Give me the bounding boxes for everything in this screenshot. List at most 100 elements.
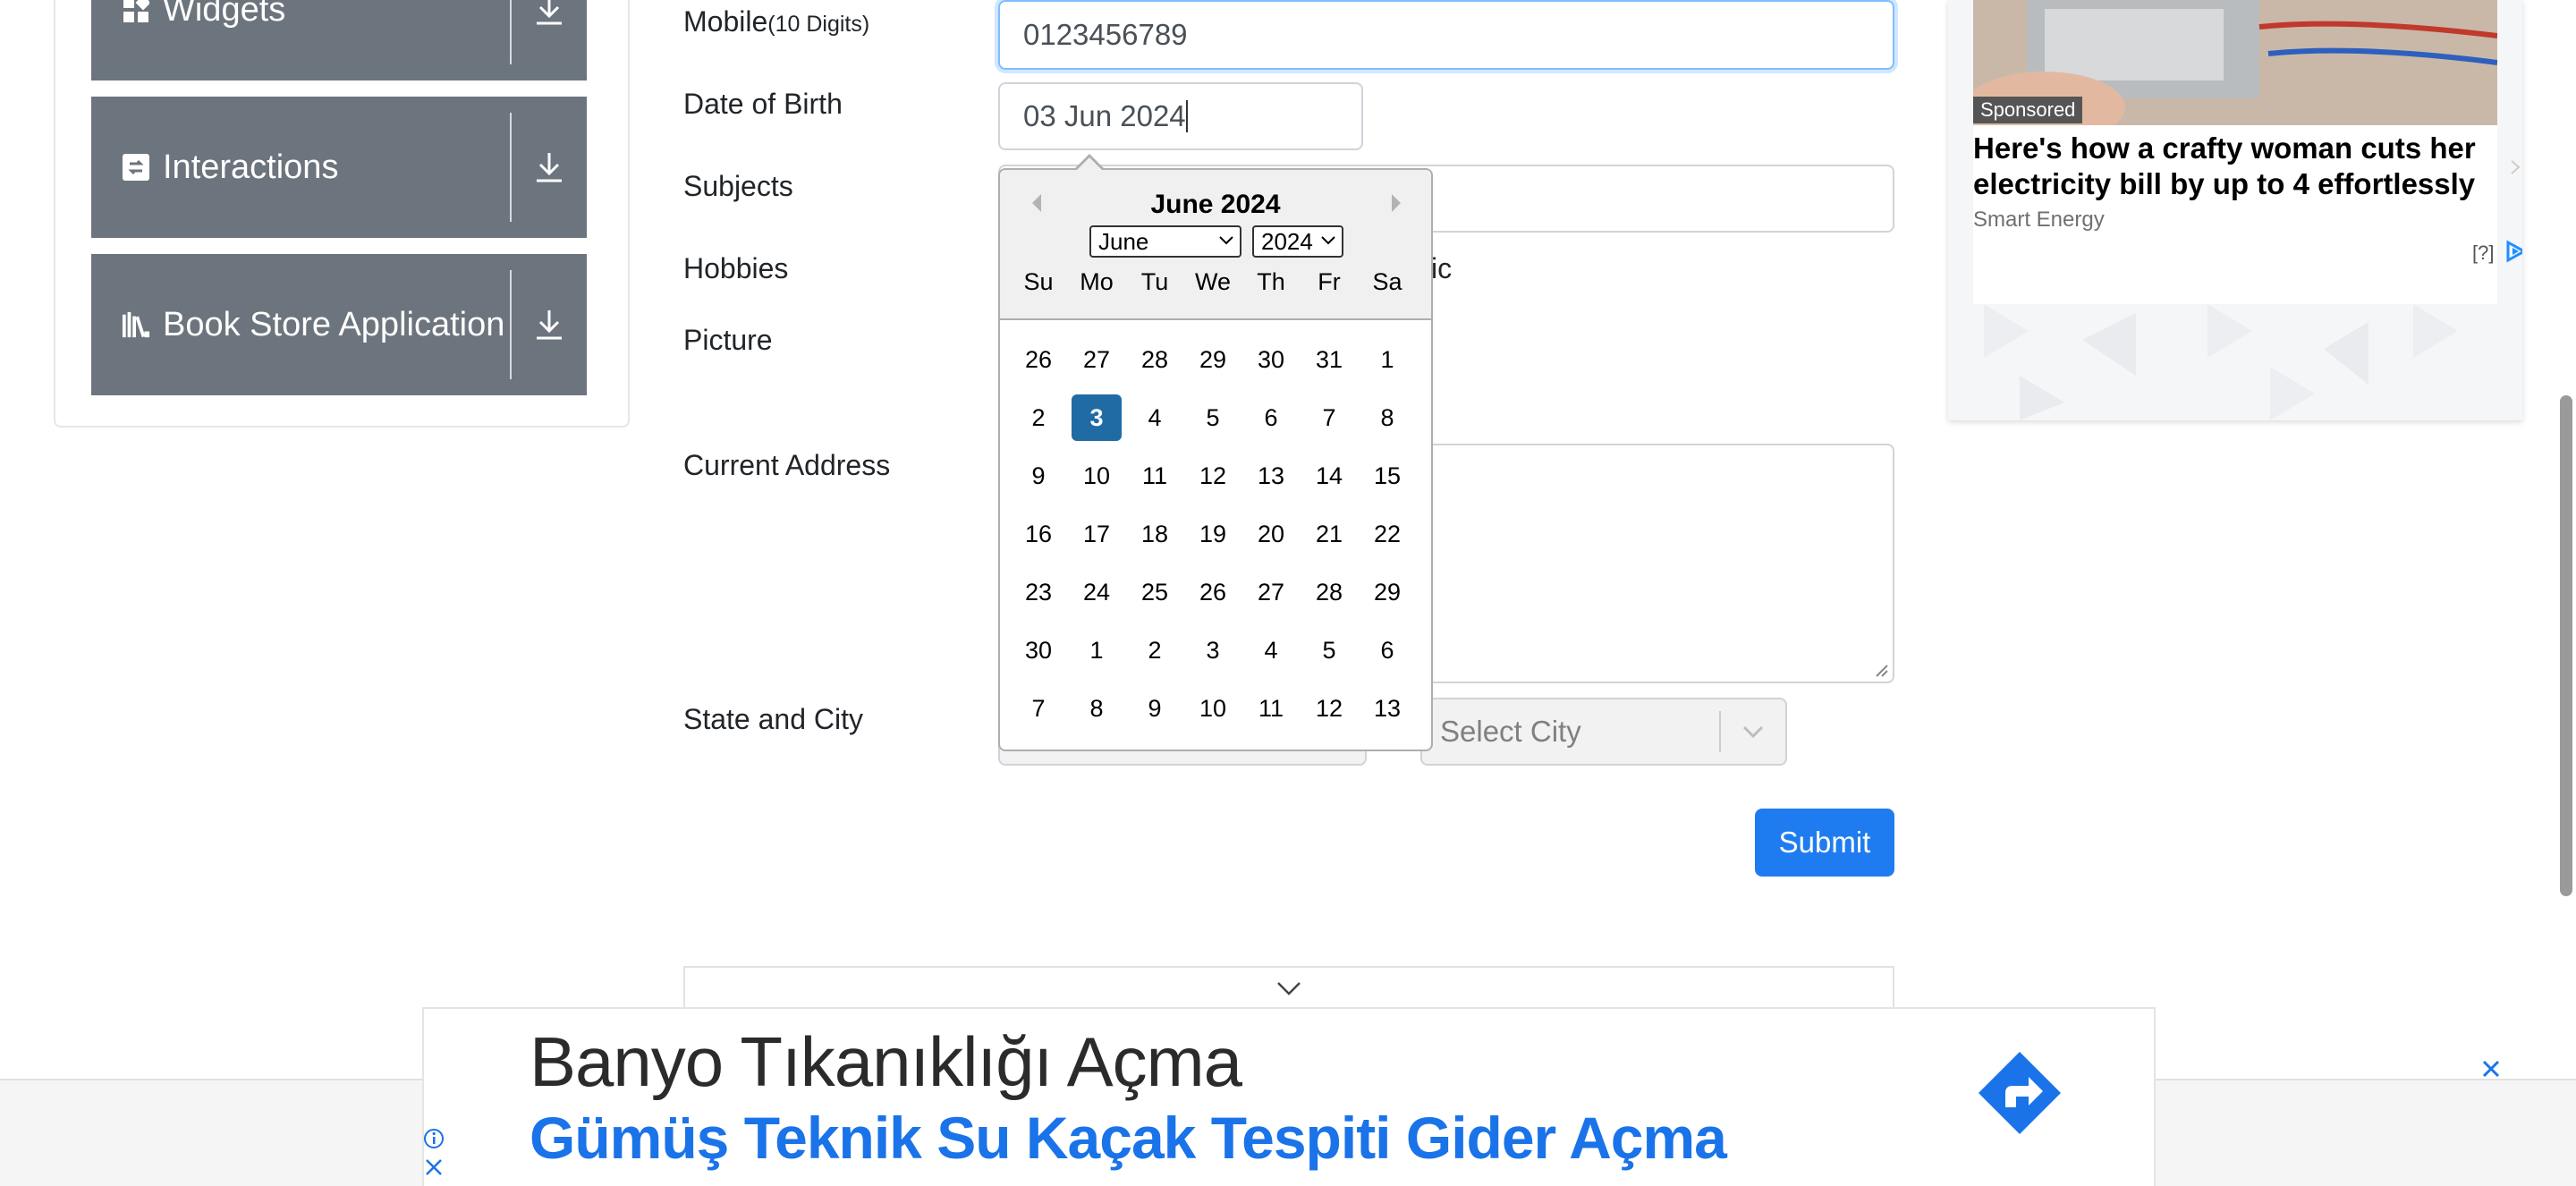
calendar-day[interactable]: 2 — [1013, 394, 1063, 441]
year-select[interactable]: 2024 — [1252, 225, 1343, 258]
calendar-day[interactable]: 25 — [1130, 569, 1180, 615]
datepicker-pointer-inner — [1075, 157, 1104, 172]
widgets-icon — [122, 0, 150, 24]
calendar-day[interactable]: 7 — [1304, 394, 1354, 441]
scrollbar-thumb[interactable] — [2560, 395, 2572, 896]
chevron-down-icon — [1721, 724, 1785, 739]
download-icon[interactable] — [512, 254, 587, 395]
calendar-day-selected[interactable]: 3 — [1072, 394, 1122, 441]
calendar-day[interactable]: 30 — [1013, 627, 1063, 673]
banner-subtitle[interactable]: Gümüş Teknik Su Kaçak Tespiti Gider Açma — [530, 1104, 1727, 1172]
calendar-day[interactable]: 5 — [1188, 394, 1238, 441]
calendar-day[interactable]: 1 — [1072, 627, 1122, 673]
calendar-day[interactable]: 20 — [1246, 511, 1296, 557]
calendar-day[interactable]: 10 — [1072, 453, 1122, 499]
month-select-value: June — [1098, 227, 1149, 255]
mobile-hint: (10 Digits) — [767, 12, 870, 37]
calendar-day[interactable]: 28 — [1304, 569, 1354, 615]
divider — [510, 0, 512, 64]
calendar-day[interactable]: 29 — [1188, 336, 1238, 383]
calendar-day[interactable]: 17 — [1072, 511, 1122, 557]
bottom-banner-ad[interactable]: Banyo Tıkanıklığı Açma Gümüş Teknik Su K… — [422, 1007, 2156, 1186]
weekday-header: We — [1194, 268, 1231, 295]
hobby-music-label[interactable]: ic — [1431, 252, 1452, 285]
banner-title[interactable]: Banyo Tıkanıklığı Açma — [530, 1021, 1242, 1103]
chevron-down-icon — [1219, 236, 1233, 245]
calendar-day[interactable]: 4 — [1130, 394, 1180, 441]
ad-source: Smart Energy — [1973, 208, 2105, 232]
ad-headline[interactable]: Here's how a crafty woman cuts her elect… — [1973, 131, 2492, 202]
submit-button[interactable]: Submit — [1755, 809, 1894, 877]
sidebar-group-widgets[interactable]: Widgets — [91, 0, 587, 80]
ad-background-pattern — [1984, 304, 2458, 420]
calendar-day[interactable]: 11 — [1246, 685, 1296, 732]
calendar-day[interactable]: 12 — [1188, 453, 1238, 499]
resize-grip-icon[interactable] — [1873, 662, 1889, 678]
weekday-header: Tu — [1140, 268, 1169, 295]
state-city-label: State and City — [683, 703, 863, 735]
download-icon[interactable] — [512, 97, 587, 238]
sidebar-group-label: Widgets — [163, 0, 286, 29]
calendar-day[interactable]: 31 — [1304, 336, 1354, 383]
calendar-day[interactable]: 8 — [1362, 394, 1412, 441]
sidebar-group-label: Interactions — [163, 148, 339, 186]
month-select[interactable]: June — [1089, 225, 1241, 258]
close-icon[interactable] — [2479, 1057, 2503, 1080]
next-month-icon[interactable] — [1383, 190, 1410, 216]
calendar-day[interactable]: 18 — [1130, 511, 1180, 557]
calendar-day[interactable]: 4 — [1246, 627, 1296, 673]
calendar-day[interactable]: 22 — [1362, 511, 1412, 557]
sponsored-badge: Sponsored — [1973, 97, 2083, 123]
adchoices-icon[interactable] — [2504, 240, 2522, 263]
close-icon[interactable] — [422, 1156, 445, 1179]
current-address-label: Current Address — [683, 449, 891, 481]
calendar-day[interactable]: 13 — [1246, 453, 1296, 499]
mobile-input[interactable]: 0123456789 — [998, 0, 1894, 70]
city-select[interactable]: Select City — [1420, 698, 1787, 766]
directions-icon[interactable] — [1975, 1048, 2064, 1138]
calendar-day[interactable]: 19 — [1188, 511, 1238, 557]
calendar-day[interactable]: 6 — [1246, 394, 1296, 441]
calendar-day[interactable]: 12 — [1304, 685, 1354, 732]
calendar-day[interactable]: 26 — [1188, 569, 1238, 615]
calendar-day[interactable]: 30 — [1246, 336, 1296, 383]
calendar-day[interactable]: 27 — [1246, 569, 1296, 615]
ad-content[interactable]: Sponsored Here's how a crafty woman cuts… — [1973, 0, 2522, 304]
calendar-day[interactable]: 29 — [1362, 569, 1412, 615]
calendar-day[interactable]: 15 — [1362, 453, 1412, 499]
calendar-day[interactable]: 9 — [1013, 453, 1063, 499]
calendar-day[interactable]: 3 — [1188, 627, 1238, 673]
calendar-day[interactable]: 14 — [1304, 453, 1354, 499]
calendar-day[interactable]: 26 — [1013, 336, 1063, 383]
calendar-day[interactable]: 23 — [1013, 569, 1063, 615]
calendar-day[interactable]: 24 — [1072, 569, 1122, 615]
chevron-down-icon — [1321, 236, 1335, 245]
calendar-day[interactable]: 8 — [1072, 685, 1122, 732]
calendar-day[interactable]: 13 — [1362, 685, 1412, 732]
calendar-day[interactable]: 7 — [1013, 685, 1063, 732]
sidebar-group-book-store[interactable]: Book Store Application — [91, 254, 587, 395]
dob-label: Date of Birth — [683, 88, 843, 120]
calendar-day[interactable]: 28 — [1130, 336, 1180, 383]
calendar-day[interactable]: 11 — [1130, 453, 1180, 499]
ad-info-link[interactable]: [?] — [2472, 241, 2494, 265]
calendar-day[interactable]: 21 — [1304, 511, 1354, 557]
ad-info-icon[interactable] — [422, 1127, 445, 1150]
calendar-day[interactable]: 2 — [1130, 627, 1180, 673]
calendar-day[interactable]: 10 — [1188, 685, 1238, 732]
sponsored-ad[interactable]: Sponsored Here's how a crafty woman cuts… — [1948, 0, 2522, 420]
chevron-right-icon — [2511, 160, 2521, 174]
calendar-day[interactable]: 1 — [1362, 336, 1412, 383]
divider — [510, 270, 512, 379]
interactions-icon — [122, 153, 150, 182]
dob-input[interactable]: 03 Jun 2024 — [998, 82, 1363, 150]
calendar-day[interactable]: 6 — [1362, 627, 1412, 673]
calendar-day[interactable]: 9 — [1130, 685, 1180, 732]
download-icon[interactable] — [512, 0, 587, 80]
calendar-day[interactable]: 27 — [1072, 336, 1122, 383]
weekday-header: Sa — [1372, 268, 1402, 295]
hobbies-label: Hobbies — [683, 252, 789, 284]
calendar-day[interactable]: 16 — [1013, 511, 1063, 557]
sidebar-group-interactions[interactable]: Interactions — [91, 97, 587, 238]
calendar-day[interactable]: 5 — [1304, 627, 1354, 673]
